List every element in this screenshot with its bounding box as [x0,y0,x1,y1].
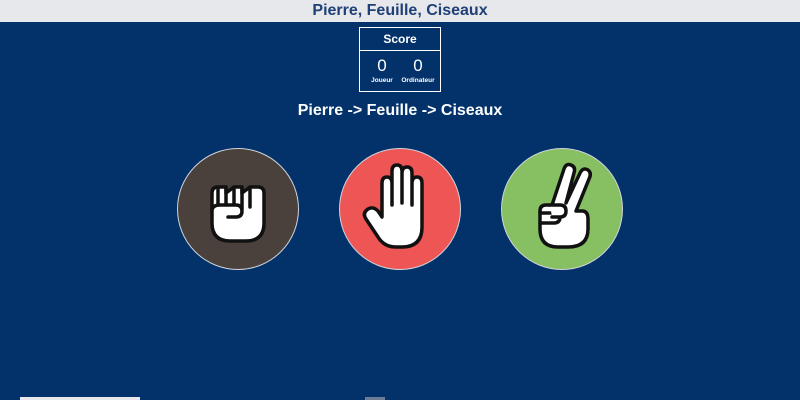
score-title: Score [360,28,440,51]
player-score-value: 0 [377,56,387,75]
paper-button[interactable] [339,148,461,270]
computer-score: 0 Ordinateur [400,51,436,85]
computer-score-value: 0 [413,56,423,75]
player-score-label: Joueur [371,77,393,84]
rock-hand-icon [210,185,266,243]
computer-score-label: Ordinateur [401,77,435,84]
scissors-button[interactable] [501,148,623,270]
window-title: Pierre, Feuille, Ciseaux [0,0,800,22]
scoreboard: Score 0 Joueur 0 Ordinateur [359,27,441,92]
rock-button[interactable] [177,148,299,270]
rules-text: Pierre -> Feuille -> Ciseaux [297,102,503,119]
paper-hand-icon [362,163,424,249]
player-score: 0 Joueur [364,51,400,85]
scissors-hand-icon [538,162,593,249]
